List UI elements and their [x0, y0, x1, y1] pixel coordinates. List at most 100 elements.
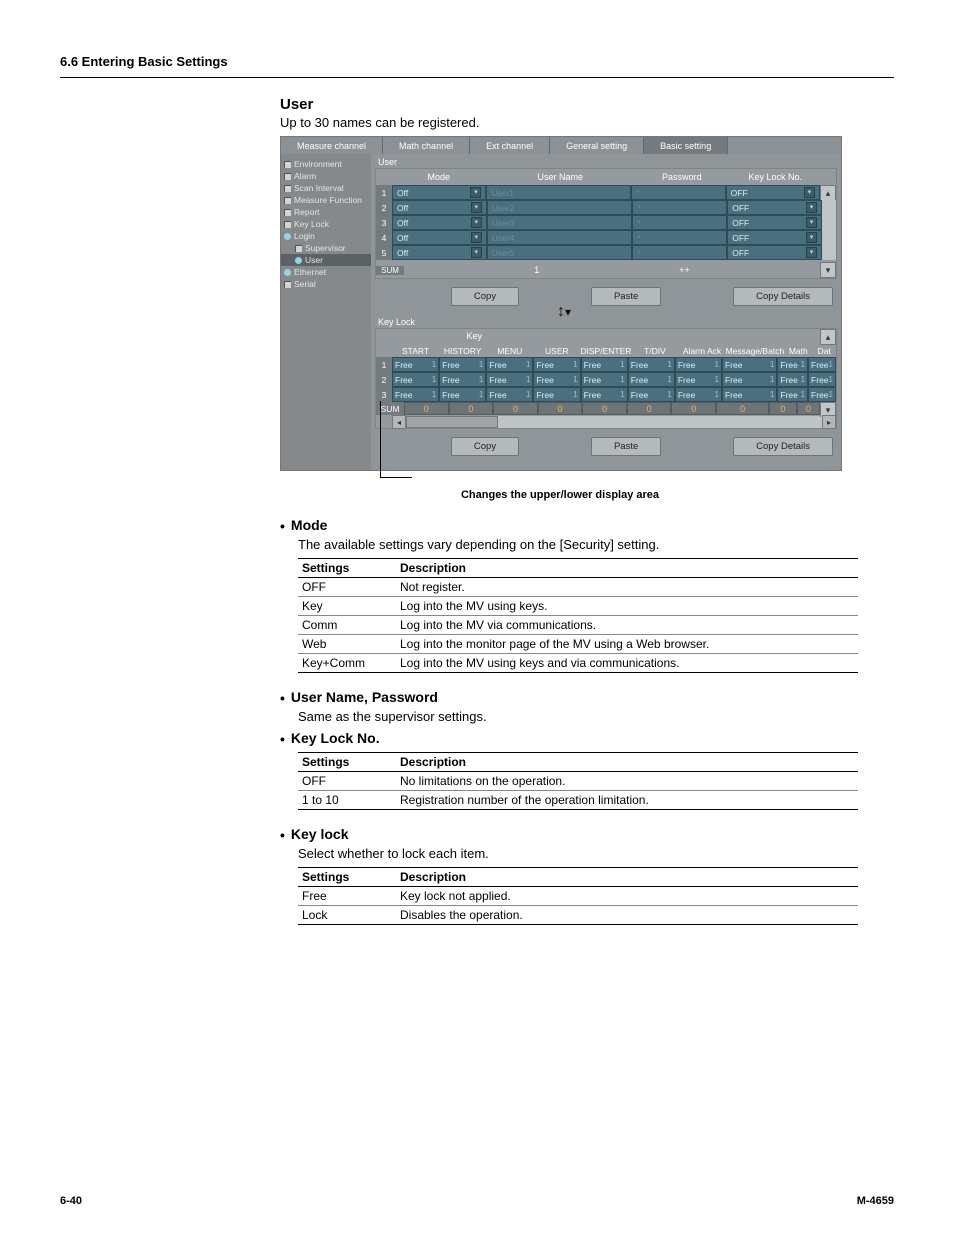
user-name-field[interactable]: User4	[487, 230, 633, 245]
keylock-cell[interactable]: Free1	[722, 387, 777, 402]
expand-icon[interactable]	[284, 209, 291, 216]
keylock-cell[interactable]: Free1	[392, 372, 439, 387]
chevron-down-icon[interactable]: ▾	[804, 187, 815, 198]
tab-general-setting[interactable]: General setting	[550, 137, 644, 154]
tree-ethernet[interactable]: Ethernet	[281, 266, 371, 278]
expand-icon[interactable]	[284, 197, 291, 204]
keylock-cell[interactable]: Free1	[533, 387, 580, 402]
collapse-icon[interactable]	[295, 257, 302, 264]
mode-select[interactable]: Off▾	[392, 200, 487, 215]
keylock-cell[interactable]: Free1	[777, 372, 808, 387]
tree-user[interactable]: User	[281, 254, 371, 266]
keylock-cell[interactable]: Free1	[486, 357, 533, 372]
expand-icon[interactable]	[284, 281, 291, 288]
keylock-cell[interactable]: Free1	[439, 357, 486, 372]
scroll-right-icon[interactable]: ▸	[822, 415, 836, 429]
expand-icon[interactable]	[284, 185, 291, 192]
keylock-cell[interactable]: Free1	[675, 372, 722, 387]
keylock-cell[interactable]: Free1	[581, 357, 628, 372]
keylock-cell[interactable]: Free1	[486, 372, 533, 387]
keylock-cell[interactable]: Free1	[777, 357, 808, 372]
split-handle-icon[interactable]: ↕▾	[557, 303, 571, 321]
password-field[interactable]: *	[632, 245, 727, 260]
scroll-left-icon[interactable]: ◂	[392, 415, 406, 429]
tree-scan-interval[interactable]: Scan Interval	[281, 182, 371, 194]
kl-copy-details-button[interactable]: Copy Details	[733, 437, 833, 456]
chevron-down-icon[interactable]: ▾	[806, 217, 817, 228]
tab-measure-channel[interactable]: Measure channel	[281, 137, 383, 154]
tree-measure-function[interactable]: Measure Function	[281, 194, 371, 206]
mode-select[interactable]: Off▾	[392, 230, 487, 245]
kl-paste-button[interactable]: Paste	[591, 437, 661, 456]
chevron-down-icon[interactable]: ▾	[806, 247, 817, 258]
collapse-icon[interactable]	[284, 233, 291, 240]
keylockno-select[interactable]: OFF▾	[727, 215, 822, 230]
keylockno-select[interactable]: OFF▾	[727, 230, 822, 245]
chevron-down-icon[interactable]: ▾	[806, 202, 817, 213]
tab-math-channel[interactable]: Math channel	[383, 137, 470, 154]
chevron-down-icon[interactable]: ▾	[471, 247, 482, 258]
user-name-field[interactable]: User2	[487, 200, 633, 215]
password-field[interactable]: *	[631, 185, 725, 200]
keylock-cell[interactable]: Free1	[533, 372, 580, 387]
chevron-down-icon[interactable]: ▾	[471, 232, 482, 243]
user-name-field[interactable]: User3	[487, 215, 633, 230]
expand-icon[interactable]	[284, 173, 291, 180]
chevron-down-icon[interactable]: ▾	[471, 217, 482, 228]
tree-alarm[interactable]: Alarm	[281, 170, 371, 182]
keylock-cell[interactable]: Free1	[722, 372, 777, 387]
keylock-cell[interactable]: Free1	[439, 372, 486, 387]
keylock-cell[interactable]: Free1	[675, 357, 722, 372]
keylock-cell[interactable]: Free1	[392, 357, 439, 372]
keylockno-select[interactable]: OFF▾	[727, 200, 822, 215]
collapse-icon[interactable]	[284, 269, 291, 276]
keylock-cell[interactable]: Free1	[808, 357, 836, 372]
chevron-down-icon[interactable]: ▾	[470, 187, 481, 198]
kl-copy-button[interactable]: Copy	[451, 437, 519, 456]
tab-basic-setting[interactable]: Basic setting	[644, 137, 728, 154]
scroll-up-icon[interactable]: ▴	[820, 329, 836, 345]
tab-ext-channel[interactable]: Ext channel	[470, 137, 550, 154]
keylockno-select[interactable]: OFF▾	[727, 245, 822, 260]
expand-icon[interactable]	[284, 221, 291, 228]
tree-supervisor[interactable]: Supervisor	[281, 242, 371, 254]
user-name-field[interactable]: User1	[486, 185, 631, 200]
keylock-cell[interactable]: Free1	[581, 387, 628, 402]
keylock-cell[interactable]: Free1	[675, 387, 722, 402]
keylock-cell[interactable]: Free1	[392, 387, 439, 402]
expand-icon[interactable]	[295, 245, 302, 252]
password-field[interactable]: *	[632, 230, 727, 245]
mode-select[interactable]: Off▾	[392, 215, 487, 230]
user-name-field[interactable]: User5	[487, 245, 633, 260]
expand-icon[interactable]	[284, 161, 291, 168]
mode-select[interactable]: Off▾	[392, 245, 487, 260]
password-field[interactable]: *	[632, 215, 727, 230]
copy-button[interactable]: Copy	[451, 287, 519, 306]
tree-report[interactable]: Report	[281, 206, 371, 218]
paste-button[interactable]: Paste	[591, 287, 661, 306]
keylock-cell[interactable]: Free1	[533, 357, 580, 372]
tree-key-lock[interactable]: Key Lock	[281, 218, 371, 230]
keylockno-select[interactable]: OFF▾	[726, 185, 820, 200]
keylock-cell[interactable]: Free1	[808, 387, 836, 402]
password-field[interactable]: *	[632, 200, 727, 215]
chevron-down-icon[interactable]: ▾	[806, 232, 817, 243]
keylock-cell[interactable]: Free1	[486, 387, 533, 402]
keylock-cell[interactable]: Free1	[628, 372, 675, 387]
keylock-cell[interactable]: Free1	[808, 372, 836, 387]
keylock-cell[interactable]: Free1	[439, 387, 486, 402]
tree-environment[interactable]: Environment	[281, 158, 371, 170]
mode-select[interactable]: Off▾	[392, 185, 486, 200]
keylock-cell[interactable]: Free1	[628, 357, 675, 372]
copy-details-button[interactable]: Copy Details	[733, 287, 833, 306]
chevron-down-icon[interactable]: ▾	[471, 202, 482, 213]
scroll-down-icon[interactable]: ▾	[820, 262, 836, 278]
keylock-cell[interactable]: Free1	[722, 357, 777, 372]
keylock-cell[interactable]: Free1	[777, 387, 808, 402]
keylock-cell[interactable]: Free1	[628, 387, 675, 402]
tree-serial[interactable]: Serial	[281, 278, 371, 290]
tree-login[interactable]: Login	[281, 230, 371, 242]
scroll-up-icon[interactable]: ▴	[820, 185, 836, 201]
horizontal-scrollbar[interactable]: ◂ ▸	[392, 416, 836, 428]
keylock-cell[interactable]: Free1	[581, 372, 628, 387]
